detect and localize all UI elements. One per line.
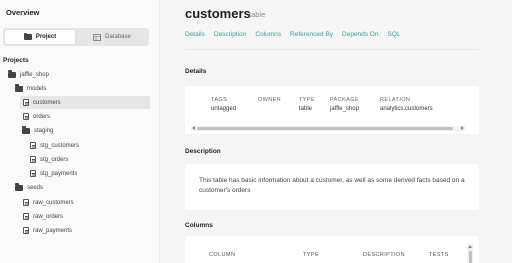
details-col-tags: TAGS untagged: [211, 97, 236, 112]
tree-file-stg-customers[interactable]: stg_customers: [30, 139, 148, 152]
tree-item-label: models: [27, 85, 47, 92]
tree-folder-staging[interactable]: staging: [22, 124, 148, 137]
details-value: untagged: [211, 106, 237, 112]
folder-icon: [8, 70, 16, 78]
columns-section-title: Columns: [185, 222, 213, 229]
tree-file-orders[interactable]: orders: [23, 110, 148, 123]
folder-icon: [15, 84, 23, 92]
tree-item-label: seeds: [27, 184, 44, 191]
file-icon: [23, 226, 29, 235]
tree-file-stg-payments[interactable]: stg_payments: [30, 167, 148, 180]
tree-folder-jaffle-shop[interactable]: jaffle_shop: [8, 68, 148, 81]
database-tab-label: Database: [105, 34, 131, 40]
tab-sql[interactable]: SQL: [388, 31, 401, 38]
folder-icon: [23, 32, 32, 40]
tree-item-label: stg_orders: [40, 156, 69, 163]
tree-item-label: staging: [34, 127, 54, 134]
scroll-right-arrow-icon[interactable]: [461, 126, 464, 130]
tree-item-label: stg_customers: [40, 142, 80, 149]
details-value: table: [299, 106, 313, 112]
tab-divider: [185, 49, 479, 50]
scrollbar-thumb[interactable]: [468, 251, 472, 263]
horizontal-scrollbar[interactable]: [191, 126, 465, 131]
project-tab-label: Project: [35, 34, 57, 40]
page-title: customers: [185, 6, 251, 21]
columns-header-tests[interactable]: TESTS: [429, 252, 449, 258]
tree-item-label: raw_orders: [33, 213, 64, 220]
details-value: analytics.customers: [380, 106, 433, 112]
details-col-relation: RELATION analytics.customers: [380, 97, 433, 112]
projects-label: Projects: [3, 57, 29, 64]
file-icon: [23, 98, 29, 107]
tab-columns[interactable]: Columns: [255, 31, 281, 38]
file-icon: [30, 141, 36, 150]
tree-file-raw-payments[interactable]: raw_payments: [23, 224, 148, 237]
sidebar: Overview Project Database Projects jaffl…: [0, 0, 160, 263]
folder-icon: [15, 183, 23, 191]
tree-item-label: customers: [33, 99, 61, 106]
details-card: TAGS untagged OWNER TYPE table PACKAGE j…: [185, 86, 479, 134]
main-content: customers table Details Description Colu…: [161, 0, 512, 263]
details-header: RELATION: [380, 97, 411, 103]
overview-title[interactable]: Overview: [6, 8, 39, 17]
tree-folder-models[interactable]: models: [15, 82, 148, 95]
database-table-icon: [93, 33, 102, 41]
details-col-type: TYPE table: [299, 97, 315, 112]
details-section-title: Details: [185, 68, 207, 75]
tree-file-raw-customers[interactable]: raw_customers: [23, 196, 148, 209]
section-tabs: Details Description Columns Referenced B…: [185, 31, 401, 38]
tree-file-customers[interactable]: customers: [20, 96, 150, 109]
tab-depends-on[interactable]: Depends On: [342, 31, 379, 38]
tree-item-label: jaffle_shop: [20, 71, 49, 78]
details-header: PACKAGE: [330, 97, 359, 103]
description-card: This table has basic information about a…: [185, 164, 479, 210]
tree-item-label: stg_payments: [40, 170, 78, 177]
details-col-package: PACKAGE jaffle_shop: [330, 97, 359, 112]
file-icon: [23, 212, 29, 221]
scrollbar-thumb[interactable]: [197, 127, 453, 130]
page-subtitle: table: [249, 10, 266, 19]
vertical-scrollbar[interactable]: [467, 244, 473, 263]
details-header: TAGS: [211, 97, 228, 103]
tab-description[interactable]: Description: [214, 31, 247, 38]
file-icon: [23, 198, 29, 207]
file-icon: [23, 112, 29, 121]
database-tab-button[interactable]: Database: [77, 30, 147, 44]
scroll-left-arrow-icon[interactable]: [192, 126, 195, 130]
columns-header-column[interactable]: COLUMN: [209, 252, 235, 258]
project-tab-button[interactable]: Project: [5, 30, 75, 44]
tree-file-stg-orders[interactable]: stg_orders: [30, 153, 148, 166]
tab-details[interactable]: Details: [185, 31, 205, 38]
details-header: TYPE: [299, 97, 315, 103]
details-value: jaffle_shop: [330, 106, 359, 112]
file-icon: [30, 155, 36, 164]
details-col-owner: OWNER: [258, 97, 281, 106]
tree-item-label: raw_payments: [33, 227, 73, 234]
columns-header-type[interactable]: TYPE: [303, 252, 319, 258]
tree-item-label: orders: [33, 113, 51, 120]
tree-item-label: raw_customers: [33, 199, 74, 206]
tree-folder-seeds[interactable]: seeds: [15, 181, 148, 194]
scroll-up-arrow-icon[interactable]: [467, 245, 472, 248]
folder-icon: [22, 126, 30, 134]
file-icon: [30, 169, 36, 178]
tree-file-raw-orders[interactable]: raw_orders: [23, 210, 148, 223]
details-header: OWNER: [258, 97, 282, 103]
columns-header-description[interactable]: DESCRIPTION: [363, 252, 405, 258]
description-text: This table has basic information about a…: [199, 177, 465, 195]
columns-card: COLUMN TYPE DESCRIPTION TESTS: [185, 236, 479, 263]
description-section-title: Description: [185, 148, 221, 155]
view-toggle: Project Database: [3, 28, 149, 46]
tab-referenced-by[interactable]: Referenced By: [290, 31, 333, 38]
